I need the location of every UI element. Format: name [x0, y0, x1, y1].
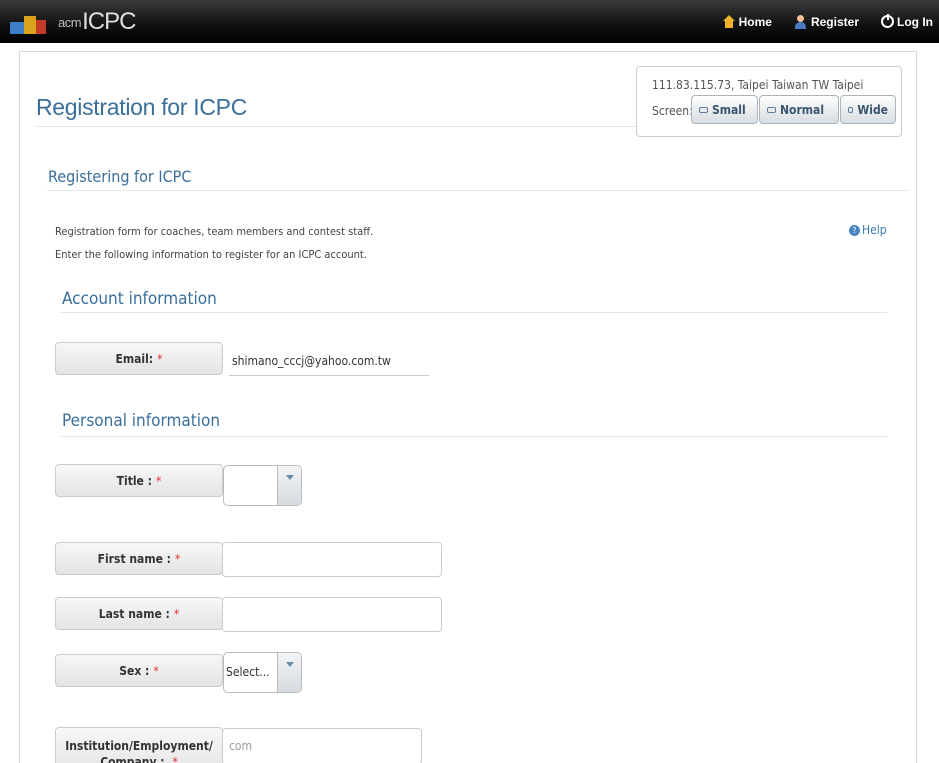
help-icon: ? — [849, 224, 860, 236]
institution-label: Institution/Employment/ Company : * — [55, 727, 223, 763]
title-label-text: Title : — [116, 473, 152, 488]
first-name-label: First name : * — [55, 542, 223, 575]
nav-register-link[interactable]: Register — [794, 14, 859, 29]
nav-login-label: Log In — [897, 14, 933, 29]
nav-links: Home Register Log In — [700, 0, 933, 43]
required-marker: * — [172, 755, 178, 763]
required-marker: * — [153, 663, 159, 678]
email-value: shimano_cccj@yahoo.com.tw — [229, 349, 429, 376]
required-marker: * — [155, 473, 162, 488]
top-navbar: acm ICPC Home Register Log In — [0, 0, 939, 43]
sex-select[interactable]: Select... — [223, 652, 302, 693]
brand-acm-text: acm — [58, 14, 82, 30]
power-icon — [881, 14, 894, 28]
nav-home-link[interactable]: Home — [722, 14, 772, 29]
section-heading: Registering for ICPC — [48, 167, 192, 186]
last-name-label: Last name : * — [55, 597, 223, 630]
screen-icon — [848, 106, 854, 113]
required-marker: * — [174, 551, 181, 566]
screen-normal-label: Normal — [780, 102, 825, 117]
screen-label: Screen: — [652, 104, 693, 118]
required-marker: * — [157, 351, 163, 366]
registration-card: Registration for ICPC 111.83.115.73, Tai… — [19, 51, 917, 763]
screen-icon — [767, 106, 776, 113]
help-label: Help — [862, 223, 887, 237]
required-marker: * — [173, 606, 180, 621]
screen-wide-label: Wide — [857, 102, 888, 117]
last-name-label-text: Last name : — [98, 606, 170, 621]
title-select[interactable] — [223, 465, 302, 506]
institution-input[interactable]: com — [222, 728, 422, 763]
email-label: Email: * — [55, 342, 223, 375]
nav-login-link[interactable]: Log In — [881, 14, 933, 29]
screen-small-label: Small — [712, 102, 746, 117]
account-legend: Account information — [62, 289, 217, 309]
intro-text-line1: Registration form for coaches, team memb… — [55, 225, 374, 238]
help-link[interactable]: ? Help — [849, 223, 887, 237]
personal-divider — [61, 436, 887, 437]
title-divider — [34, 126, 636, 127]
first-name-input[interactable] — [222, 542, 442, 577]
personal-legend: Personal information — [62, 411, 221, 431]
brand-icpc-text: ICPC — [82, 8, 136, 35]
sex-select-value: Select... — [226, 665, 270, 679]
nav-register-label: Register — [810, 14, 859, 29]
sex-label-text: Sex : — [119, 663, 150, 678]
screen-size-panel: 111.83.115.73, Taipei Taiwan TW Taipei S… — [636, 66, 902, 137]
section-divider — [47, 190, 909, 191]
screen-wide-button[interactable]: Wide — [840, 95, 896, 124]
intro-text-line2: Enter the following information to regis… — [55, 248, 367, 261]
title-label: Title : * — [55, 464, 223, 497]
screen-small-button[interactable]: Small — [691, 95, 758, 124]
user-add-icon — [794, 14, 808, 29]
home-icon — [722, 14, 736, 29]
account-divider — [61, 312, 887, 313]
acm-logo-icon — [10, 10, 54, 34]
acm-icpc-logo[interactable]: acm ICPC — [10, 8, 136, 35]
chevron-down-icon — [277, 466, 301, 505]
location-text: 111.83.115.73, Taipei Taiwan TW Taipei — [652, 78, 864, 92]
institution-label-text: Institution/Employment/ Company : — [65, 739, 213, 763]
sex-label: Sex : * — [55, 654, 223, 687]
screen-normal-button[interactable]: Normal — [759, 95, 839, 124]
email-label-text: Email: — [115, 351, 154, 366]
chevron-down-icon — [277, 653, 301, 692]
first-name-label-text: First name : — [97, 551, 171, 566]
nav-home-label: Home — [738, 14, 772, 29]
page-title: Registration for ICPC — [36, 94, 247, 120]
last-name-input[interactable] — [222, 597, 442, 632]
screen-icon — [699, 106, 708, 113]
